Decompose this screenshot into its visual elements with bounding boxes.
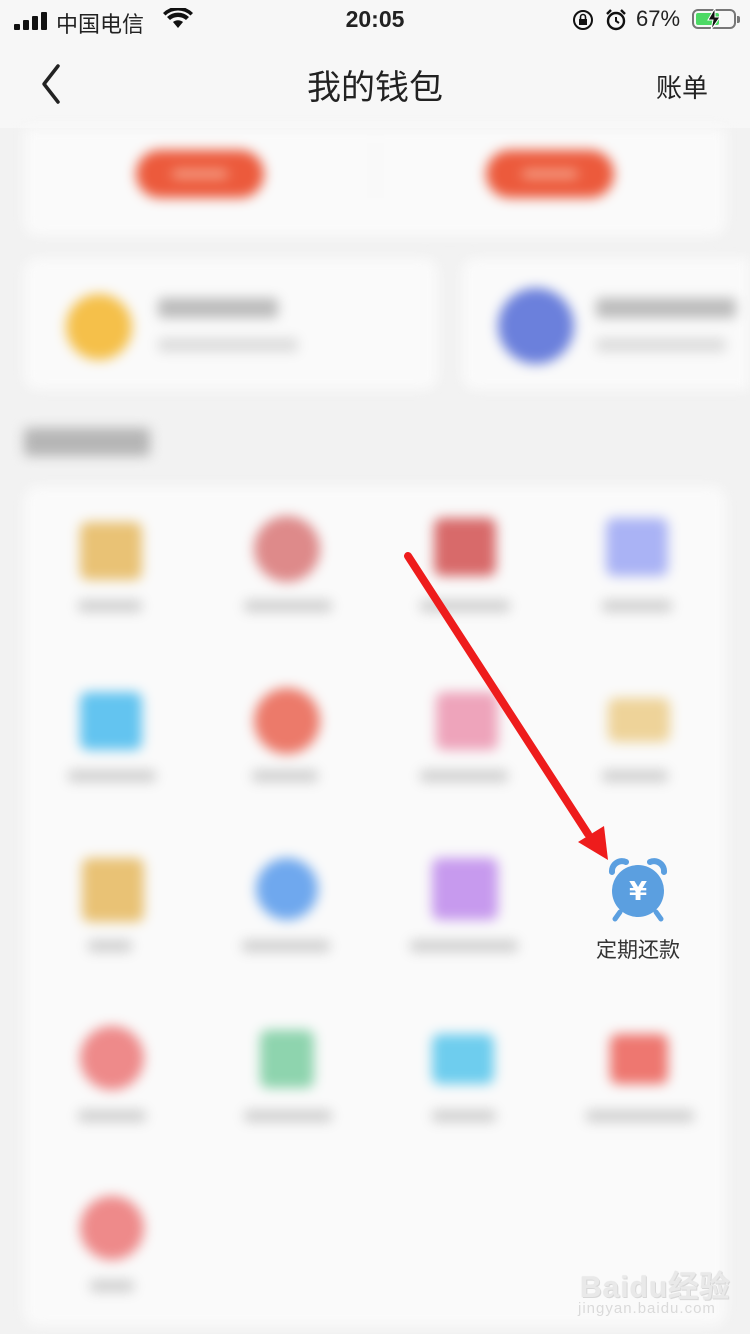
watermark-url: jingyan.baidu.com [578, 1300, 716, 1317]
service-icon[interactable] [608, 698, 670, 742]
yuan-symbol: ¥ [629, 877, 647, 907]
battery-icon [692, 8, 740, 30]
action-card [24, 128, 726, 236]
service-icon[interactable] [80, 692, 142, 750]
service-icon[interactable] [434, 518, 496, 576]
service-icon[interactable] [436, 692, 498, 750]
scheduled-repayment-item[interactable]: ¥ 定期还款 [578, 852, 698, 972]
baidu-jingyan-watermark: Baidu经验 jingyan.baidu.com [574, 1262, 744, 1326]
service-icon[interactable] [80, 1026, 144, 1090]
service-icon[interactable] [254, 516, 320, 582]
service-icon[interactable] [610, 1034, 668, 1084]
orientation-lock-icon [573, 10, 593, 30]
battery-percentage: 67% [636, 6, 681, 31]
page-title: 我的钱包 [307, 69, 443, 107]
service-icon[interactable] [254, 688, 320, 754]
service-icon[interactable] [606, 518, 668, 576]
navigation-bar: 我的钱包 账单 [0, 40, 750, 128]
promo-card-right[interactable] [462, 258, 750, 390]
alarm-clock-yuan-icon: ¥ [609, 858, 667, 922]
status-bar: 中国电信 20:05 67% [0, 0, 750, 40]
promo-card-left[interactable] [24, 258, 438, 390]
service-icon[interactable] [256, 858, 318, 920]
back-chevron-icon[interactable] [36, 62, 76, 106]
alarm-icon [606, 9, 626, 31]
service-icon[interactable] [80, 1196, 144, 1260]
service-icon[interactable] [432, 858, 498, 920]
service-icon[interactable] [80, 522, 142, 580]
service-icon[interactable] [432, 1034, 494, 1084]
section-heading [24, 428, 150, 456]
bill-link[interactable]: 账单 [656, 68, 708, 105]
scheduled-repayment-label: 定期还款 [596, 939, 680, 962]
service-icon[interactable] [260, 1030, 314, 1088]
action-pill-left[interactable] [136, 150, 264, 198]
service-icon[interactable] [82, 858, 144, 922]
action-pill-right[interactable] [486, 150, 614, 198]
